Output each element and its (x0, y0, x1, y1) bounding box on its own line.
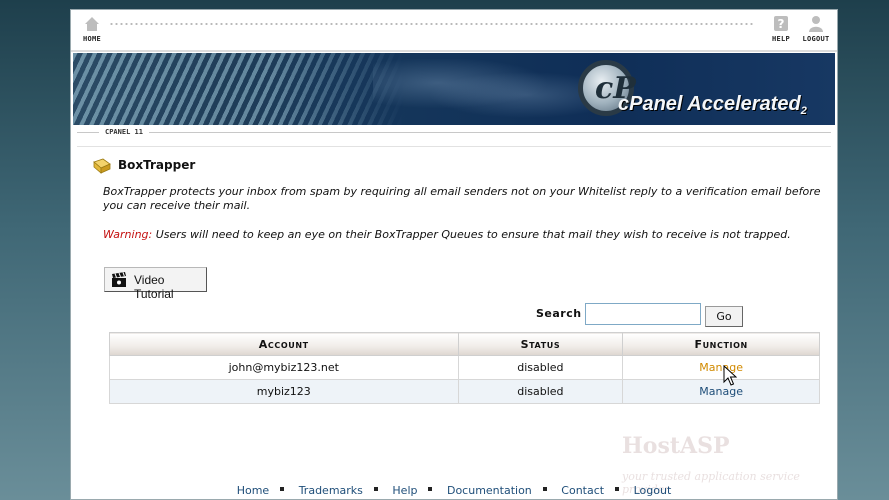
footer-separator (615, 487, 620, 491)
boxtrapper-icon (93, 158, 111, 174)
banner-world-map (373, 59, 593, 119)
home-label: HOME (82, 35, 102, 43)
status-cell: disabled (457, 379, 624, 404)
mouse-cursor-icon (723, 365, 737, 386)
function-cell: Manage (622, 379, 820, 404)
help-button[interactable]: ? HELP (764, 15, 798, 43)
cpanel-page: HOME ? HELP LOGOUT cP cPanel Accelerated… (70, 9, 838, 500)
footer-link-documentation[interactable]: Documentation (447, 484, 532, 497)
video-tutorial-label: Video Tutorial (134, 273, 174, 301)
help-label: HELP (771, 35, 791, 43)
home-icon (85, 17, 99, 31)
svg-text:?: ? (778, 17, 785, 31)
nav-divider (71, 50, 837, 52)
home-button[interactable]: HOME (75, 15, 109, 43)
cpanel-banner: cP cPanel Accelerated2 (73, 53, 835, 125)
page-description: BoxTrapper protects your inbox from spam… (103, 185, 821, 212)
brand-main: cPanel Accelerated (618, 93, 801, 115)
clapperboard-icon (112, 272, 126, 287)
table-header-row: Account Status Function (109, 332, 820, 356)
breadcrumb: CPANEL 11 (99, 128, 149, 136)
content-rule (77, 146, 831, 147)
go-button[interactable]: Go (705, 306, 743, 327)
top-nav: HOME ? HELP LOGOUT (71, 10, 837, 52)
status-cell: disabled (457, 355, 624, 380)
footer-nav: Home Trademarks Help Documentation Conta… (71, 484, 837, 499)
footer-separator (373, 487, 378, 491)
footer-link-contact[interactable]: Contact (561, 484, 604, 497)
brand-sub: 2 (800, 105, 807, 117)
help-icon: ? (774, 16, 788, 31)
user-icon (809, 16, 823, 32)
table-row: mybiz123 disabled Manage (109, 379, 820, 404)
accounts-table: Account Status Function john@mybiz123.ne… (109, 332, 820, 404)
video-tutorial-button[interactable]: Video Tutorial (104, 267, 207, 301)
warning-text: Users will need to keep an eye on their … (152, 228, 791, 241)
footer-link-logout[interactable]: Logout (634, 484, 672, 497)
account-cell: mybiz123 (109, 379, 459, 404)
logout-label: LOGOUT (802, 35, 830, 43)
account-cell: john@mybiz123.net (109, 355, 459, 380)
search-input[interactable] (585, 303, 701, 325)
breadcrumb-rule (77, 132, 831, 133)
function-cell: Manage (622, 355, 820, 380)
nav-dotted-divider (109, 22, 755, 26)
footer-link-home[interactable]: Home (237, 484, 269, 497)
header-account[interactable]: Account (109, 332, 459, 356)
search-label: Search (536, 307, 582, 320)
table-row: john@mybiz123.net disabled Manage (109, 355, 820, 380)
warning-label: Warning: (103, 228, 153, 241)
header-status[interactable]: Status (457, 332, 624, 356)
warning-message: Warning: Users will need to keep an eye … (103, 228, 823, 242)
banner-fade (73, 53, 403, 125)
footer-separator (542, 487, 547, 491)
watermark-logo: HostASP (622, 433, 730, 459)
footer-link-help[interactable]: Help (392, 484, 417, 497)
footer-separator (280, 487, 285, 491)
logout-button[interactable]: LOGOUT (799, 15, 833, 43)
footer-link-trademarks[interactable]: Trademarks (299, 484, 363, 497)
header-function: Function (622, 332, 820, 356)
cpanel-brand: cPanel Accelerated2 (618, 93, 807, 117)
footer-separator (428, 487, 433, 491)
page-title: BoxTrapper (118, 158, 196, 172)
